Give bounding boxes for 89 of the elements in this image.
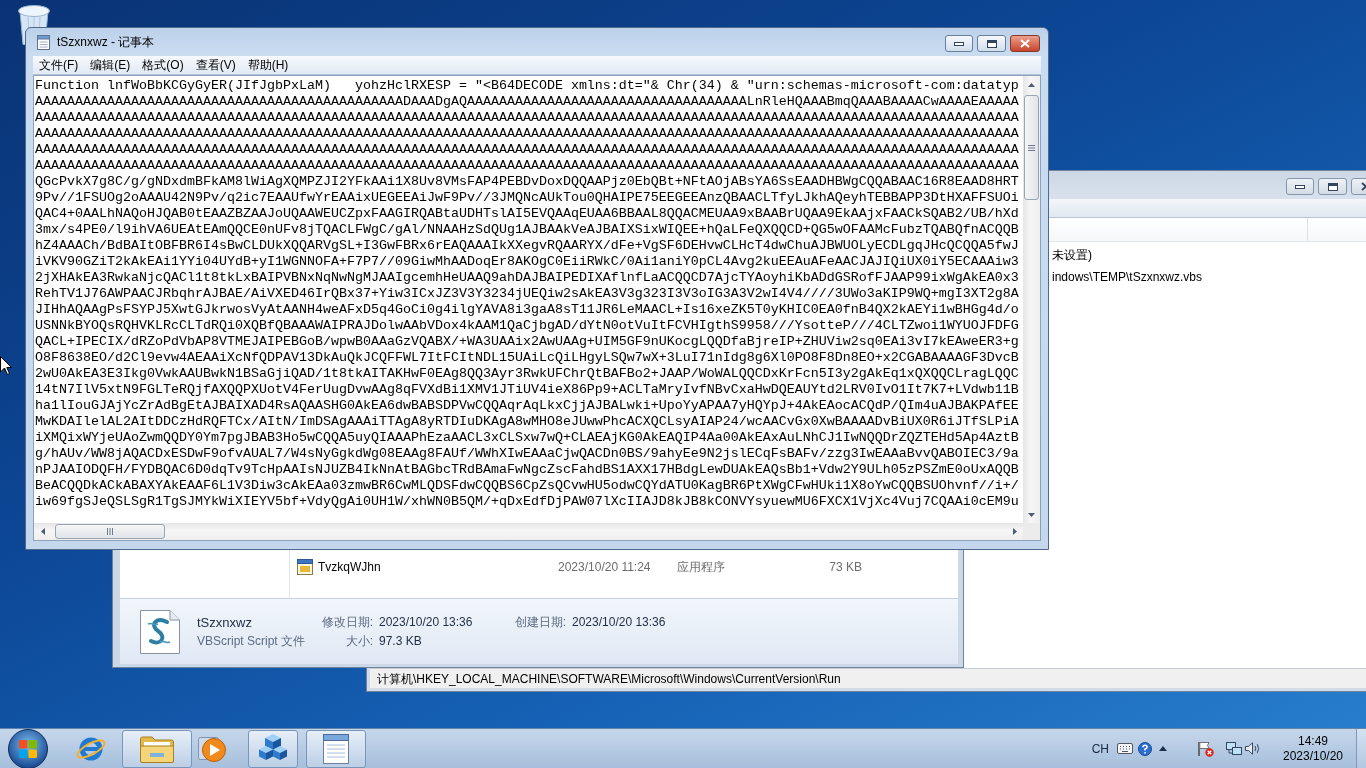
- menu-item[interactable]: 格式(O): [136, 57, 190, 73]
- minimize-button[interactable]: [1286, 178, 1314, 195]
- script-file-icon: [140, 609, 180, 654]
- text-line: QAC4+0AALhNAQoHJQAB0tEAAZBZAAJoUQAAWEUCZpxFAAGIRQABtaUDHTslAI5EVQAAqEUAA6BBAAL8QQACMEUAA9xBAABrUQAA9EkAAjxFAACkSQAB2/UB/hXd: [35, 206, 1019, 222]
- left-arrow-icon: [40, 528, 45, 535]
- file-name[interactable]: TvzkqWJhn: [318, 558, 381, 576]
- value-data: indows\TEMP\tSzxnxwz.vbs: [1052, 269, 1203, 286]
- detail-value: 2023/10/20 13:36: [572, 614, 666, 630]
- notepad-icon: [37, 34, 50, 50]
- play-icon: [198, 734, 226, 763]
- text-line: RehTV1J76AWPAACJRbqhrAJBAE/AiVXED46IrQBx37+Yiw3ICxJZ3V3Y3234jUEQiw2sAkEA3V3g323I3V3oIG3A3V2wI4V4////3UWo3aKIP9WQ+mgI3XT2g8A: [35, 286, 1019, 302]
- maximize-button[interactable]: [977, 35, 1006, 52]
- text-line: USNNkBYOQsRQHVKLRcCLTdRQi0XQBfQBAAAWAIPRAJDolwAAbVDox4kAAM1QaCjbgAD/dYtN0otVuItFCVHIgthS9958///YsotteP///4CLTZwoi1WYUOJFDFG: [35, 318, 1019, 334]
- text-line: AAAAAAAAAAAAAAAAAAAAAAAAAAAAAAAAAAAAAAAAAAAAAAAAAAAAAAAAAAAAAAAAAAAAAAAAAAAAAAAAAAAAAAAAAAAAAAAAAAAAAAAAAAAAAAAAAAAAAAAAAAA: [35, 158, 1019, 174]
- detail-value: 97.3 KB: [379, 633, 422, 649]
- taskbar-button[interactable]: [122, 729, 192, 768]
- maximize-button[interactable]: [1318, 178, 1347, 195]
- text-line: 2wU0AkEA3E3Ikg0VwkAAUBwkN1BSaGjiQAD/1t8tkAITAKHwF0EAg8QQ3Ayr3RwkUFChrQtBAFBo2+JAAP/WoWALQQCDxKrFcn5I3y2gAkEq1xQXQQCLragLQQC: [35, 366, 1019, 382]
- menu-item[interactable]: 查看(V): [189, 57, 242, 73]
- menu-item[interactable]: 编辑(E): [84, 57, 137, 73]
- text-line: AAAAAAAAAAAAAAAAAAAAAAAAAAAAAAAAAAAAAAAAAAAAAAAAAAAAAAAAAAAAAAAAAAAAAAAAAAAAAAAAAAAAAAAAAAAAAAAAAAAAAAAAAAAAAAAAAAAAAAAAAAA: [35, 126, 1019, 142]
- file-type: 应用程序: [677, 559, 725, 576]
- text-line: hZ4AAACh/BdBAItOBFBR6I4sBwCLDUkXQQARVgSL+I3GwFBRx6rEAQAAAIkXXegvRQAARYX/dFe+VgSF6DEHvwCLHcT4dwChuAJBWUOLyECDLgqJHcQCQQA5fwJ: [35, 238, 1019, 254]
- vertical-scrollbar[interactable]: [1023, 76, 1040, 523]
- status-path: 计算机\HKEY_LOCAL_MACHINE\SOFTWARE\Microsoft\Windows\CurrentVersion\Run: [377, 670, 841, 688]
- flag-logo-icon: [8, 728, 48, 768]
- text-line: BeACQQDkACkABAXYAkEAAF6L1V3Diw3cAkEAa03zmwBR6CwMLQDSFdwCQQBS6CpZsQCvwHU5odwCQYdATU0KagBR6PtXWgCFwHUki1X8oYwCQQBSUOhvnf//i+/: [35, 478, 1019, 494]
- text-line: AAAAAAAAAAAAAAAAAAAAAAAAAAAAAAAAAAAAAAAAAAAAAAAAAAAAAAAAAAAAAAAAAAAAAAAAAAAAAAAAAAAAAAAAAAAAAAAAAAAAAAAAAAAAAAAAAAAAAAAAAAA: [35, 142, 1019, 158]
- text-line: MwKDAIlelAL2AItDDCzHdRQFTCx/AItN/ImDSAgAAAiTTAgA8yRTDIuDKAgA8wMHO8eJUwwPhcACXQCLsyAIAP24/wcAACvGx0XwBAAAADvBiUX0R6iJTfSLPiA: [35, 414, 1019, 430]
- text-line: iVKV90GZiT2kAkEAi1YYi04UYdB+yI1WGNNOFA+F7P7//09GiwMhAADoqEr8AKOgC0EiiRWkC/0Ai1aniY0pCL4Avg2kuEEAuAFeAACJAJIQiUX0iY5ECAAAiw3: [35, 254, 1019, 270]
- detail-value: 2023/10/20 13:36: [379, 614, 473, 630]
- grip-icon: [107, 528, 113, 535]
- cursor-icon: [0, 356, 12, 375]
- text-line: g/hAUv/WW8jAQACDxESDwF9ofvAUAL7/W4sNyGgkdWg08EAAg8FAUf/WWhXIwEAAaCjwQACDn0BS/9ahyEe9N2jslECqFsBAFv/zzg3IwEAAaBvvQABOIEC3/9a: [35, 446, 1019, 462]
- close-icon: [1020, 39, 1030, 48]
- detail-label: 修改日期:: [321, 614, 373, 630]
- taskbar-button[interactable]: [306, 729, 366, 768]
- window-title: tSzxnxwz - 记事本: [57, 34, 155, 51]
- scroll-thumb[interactable]: [55, 524, 165, 539]
- speaker-icon[interactable]: [1245, 742, 1260, 755]
- text-line: nPJAAIODQFH/FYDBQAC6D0dqTv9TcHpAAIsNJUZB4IkNnAtBAGbcTRdBAmaFwNgcZscFahdBS1AXX17HBdgLewDUAkEAQsBb1+Vdw2Y9ULh05zPSZmE0oUxAQQB: [35, 462, 1019, 478]
- detail-label: 创建日期:: [514, 614, 566, 630]
- file-date: 2023/10/20 11:24: [558, 559, 651, 576]
- scroll-thumb[interactable]: [1024, 95, 1039, 200]
- menu-item[interactable]: 帮助(H): [241, 57, 295, 73]
- minimize-icon: [1295, 184, 1305, 189]
- text-line: ha1lIouGJAjYcZrAdBgEtAJBAIXAD4RsAQAASHG0AkEA6dwBABSDPVwCQQAqrAqLkxCjjAJBALwki+UpoYyAPAA7yHQYpJ+4AkEAocACQdP/QIm4uAJBAKPAfEE: [35, 398, 1019, 414]
- text-line: O8F8638EO/d2Cl9evw4AEAAiXcNfQDPAV13DkAuQkJCQFFWL7ItFCItNDL15UAiLcQiLHgyLSQw7wX+3LuI71nIdg8g6Xl0PO8F8Dn8EO+x2CGABAAAAGF3DvcB: [35, 350, 1019, 366]
- text-line: AAAAAAAAAAAAAAAAAAAAAAAAAAAAAAAAAAAAAAAAAAAAAAAAAAAAAAAAAAAAAAAAAAAAAAAAAAAAAAAAAAAAAAAAAAAAAAAAAAAAAAAAAAAAAAAAAAAAAAAAAAA: [35, 110, 1019, 126]
- clock-date[interactable]: 2023/10/20: [1282, 748, 1344, 764]
- right-arrow-icon: [1012, 528, 1017, 535]
- text-line: Function lnfWoBbKCGyGyER(JIfJgbPxLaM) yohzHclRXESP = "<B64DECODE xmlns:dt="& Chr(34) & "urn:schemas-microsoft-com:datatyp: [35, 78, 1019, 94]
- window-file-icon: [297, 559, 313, 575]
- file-size: 73 KB: [829, 559, 862, 576]
- horizontal-scrollbar[interactable]: [34, 523, 1023, 540]
- keyboard-icon[interactable]: [1117, 743, 1133, 754]
- caret-icon[interactable]: [1159, 746, 1167, 751]
- clock-time[interactable]: 14:49: [1298, 733, 1328, 749]
- scrollbar-corner: [1023, 523, 1040, 540]
- text-line: 2jXHAkEA3RwkaNjcQACl1t8tkLxBAIPVBNxNqNwNgMJAAIgcemhHeUAAQ9ahDAJBAIPEDIXAflnfLaACQQCD7AjcTYAoyhiKbADdGSRofFJAAP99ixWgAkEA0x3: [35, 270, 1019, 286]
- text-line: QGcPvkX7g8C/g/gNDxdmBFkAM8lWiAgXQMPZJI2YFkAAi1X8Uv8VMsFAP4PEBDvDoxDQQAAPjz0EbQBt+NFtAOjABsYA6SsEAADHBWgCQQABAAC16R8EAAD8HRT: [35, 174, 1019, 190]
- value-data: 未设置): [1052, 247, 1092, 264]
- menu-item[interactable]: 文件(F): [33, 57, 85, 73]
- notepad-icon: [323, 733, 349, 764]
- text-line: 9Pv//1FSUOg2oAAAU42N9Pv/q2ic7EAAUfwYrEAAixUEGEEAiJwF9Pv//3JMQNcAUkTou0QHAIPE75EEGEEAnzQBAACLTfyLJkhAQeyhTEBBAPP3DtHXAFFSUOi: [35, 190, 1019, 206]
- grip-icon: [1028, 144, 1035, 151]
- text-line: iw69fgSJeQSLSgR1TgSJMYkWiXIEYV5bf+VdyQgAi0UH1W/xhWN0B5QM/+qDxEdfDjPAW07lXcIIAJD8kJB8kCONVYsyuewMU6FXCX1VjXc4Vuj7CQAAi0cEM9u: [35, 494, 1019, 510]
- up-arrow-icon: [1028, 82, 1035, 87]
- text-line: iXMQixWYjeUAoZwmQQDY0Ym7pgJBAB3Ho5wCQQA5uyQIAAAPhEzaAACL3xCLSxw7wQ+CLAEAjKG0AkEAQIP4Aa00AkEAxAuLNhCJ1IwNQQDrZQZTEHd5Ap4AztB: [35, 430, 1019, 446]
- down-arrow-icon: [1028, 512, 1035, 517]
- text-line: QACL+IPECIX/dRZoPdVbAP8VTMEJAIPEBGoB/wpwB0AAaGzVQABX/+WA3UAAix2AwUAAg+UIM5GF9nUKocgLQQDfaBjreIP+ZHUViw2sq0EAi3vI7kEAweER3+g: [35, 334, 1019, 350]
- network-icon[interactable]: [1226, 741, 1242, 756]
- detail-label: 大小:: [345, 633, 373, 649]
- detail-file-name: tSzxnxwz: [197, 614, 252, 630]
- flag-alert-icon[interactable]: [1198, 740, 1214, 757]
- text-line: JIHhAQAAgPsFSYPJ5XwtGJkrwosVyAtAANH4weAFxD5q4GoCi0g4ilgYAVA8i3gaA8sT11JR6LeMAACL+Is16xeZK5T0yKHIC0EA0fnB4QX2kAEYi1wBHGg4d/o: [35, 302, 1019, 318]
- text-line: AAAAAAAAAAAAAAAAAAAAAAAAAAAAAAAAAAAAAAAAAAAAAADAAADgAQAAAAAAAAAAAAAAAAAAAAAAAAAAAAAAAAAAALnRleHQAAABmqQAAABAAAACwAAAAEAAAAA: [35, 94, 1019, 110]
- maximize-icon: [986, 39, 997, 48]
- taskbar-button[interactable]: [248, 729, 298, 768]
- detail-file-type: VBScript Script 文件: [197, 633, 306, 649]
- language-indicator[interactable]: CH: [1091, 739, 1109, 758]
- minimize-button[interactable]: [945, 35, 973, 52]
- text-line: 14tN7IlV5xtN9FGLTeRQjfAXQQPXUotV4FerUugDvwAAg8qFVXdBi1XMV1JTiUV4ieX86Pp9+ACLTaMryIvfNBvCxaHwDQEAUYtd2LRV0IvO1It7K7+LVdwb11B: [35, 382, 1019, 398]
- minimize-icon: [954, 41, 964, 46]
- help-icon[interactable]: [1138, 741, 1152, 756]
- text-line: 3mx/s4PE0/l9ihVA6UEAtEAmQQCE0nUFv8jTQACLFWgC/gAl/NNAAHzSdQUg1AJBAAkVeAJBAIXSixWIQEE+hQaLFeQXQQCD+QG5wOFAAMcFubzTQABQfnACQQB: [35, 222, 1019, 238]
- close-button[interactable]: [1010, 35, 1040, 52]
- maximize-icon: [1327, 182, 1338, 191]
- folder-icon: [140, 734, 174, 763]
